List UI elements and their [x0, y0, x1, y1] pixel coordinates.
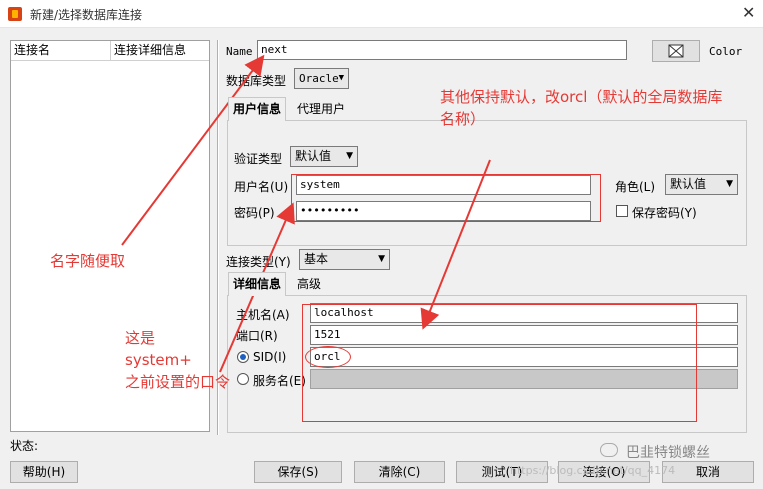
- annotation-name-hint: 名字随便取: [50, 252, 126, 270]
- annotation-system-line3: 之前设置的口令: [125, 373, 231, 391]
- annotation-defaults-line1: 其他保持默认，改orcl（默认的全局数据库: [440, 88, 723, 106]
- annotation-arrows: [121, 54, 491, 373]
- watermark-url: https://blog.csdn.net/qq_4174: [510, 464, 676, 477]
- annotation-defaults-line2: 名称）: [440, 110, 486, 128]
- watermark-brand: 巴韭特锁螺丝: [626, 445, 710, 461]
- tab-details[interactable]: 详细信息: [228, 272, 287, 296]
- arrow-to-sid: [420, 159, 491, 330]
- wechat-icon: [600, 443, 618, 457]
- arrow-to-name: [121, 54, 265, 246]
- annotation-system-line1: 这是: [125, 329, 156, 347]
- annotation-system-line2: system+: [125, 351, 192, 369]
- tab-user-info[interactable]: 用户信息: [228, 97, 287, 121]
